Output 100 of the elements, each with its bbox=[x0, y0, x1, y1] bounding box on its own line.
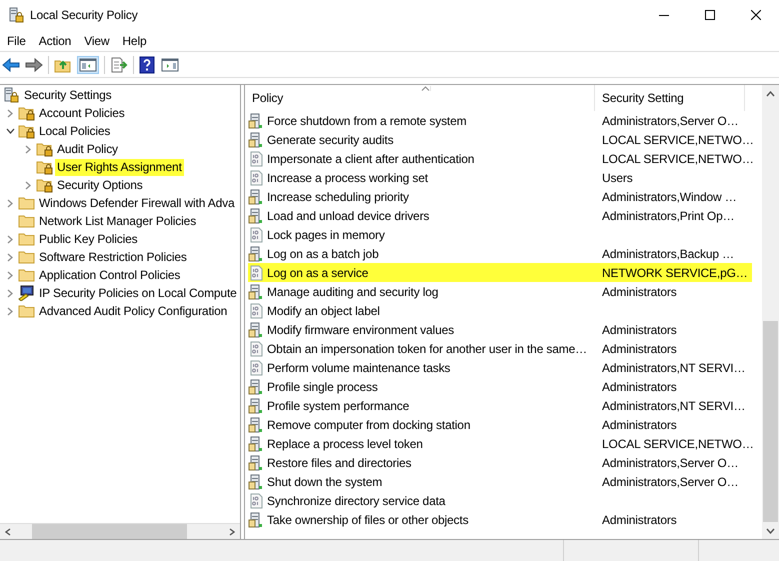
policy-icon bbox=[248, 416, 264, 432]
policy-name: Modify firmware environment values bbox=[267, 322, 454, 336]
security-setting: Administrators,NT SERVI… bbox=[601, 398, 746, 414]
menu-item[interactable]: View bbox=[79, 34, 114, 48]
folder-icon bbox=[18, 231, 36, 247]
scroll-left-icon[interactable] bbox=[5, 528, 11, 536]
tree-item[interactable]: Software Restriction Policies bbox=[37, 248, 189, 266]
tree-item[interactable]: Network List Manager Policies bbox=[37, 212, 198, 230]
menu-item[interactable]: Action bbox=[34, 34, 76, 48]
maximize-icon[interactable] bbox=[705, 10, 715, 20]
scroll-right-icon[interactable] bbox=[229, 528, 235, 536]
security-setting: Administrators bbox=[601, 284, 677, 300]
policy-name: Profile single process bbox=[267, 380, 378, 394]
policy-icon bbox=[248, 436, 264, 452]
tree-item[interactable]: Account Policies bbox=[37, 104, 127, 122]
locked-folder-icon bbox=[36, 141, 54, 157]
tree-item[interactable]: IP Security Policies on Local Compute bbox=[37, 284, 239, 302]
expand-chevron-icon[interactable] bbox=[7, 108, 13, 118]
expand-chevron-icon[interactable] bbox=[7, 288, 13, 298]
policy-name: Perform volume maintenance tasks bbox=[267, 360, 450, 374]
security-setting: LOCAL SERVICE,NETWO… bbox=[601, 150, 754, 166]
policy-name: Modify an object label bbox=[267, 304, 380, 318]
policy-icon bbox=[248, 112, 264, 128]
scroll-down-icon[interactable] bbox=[766, 528, 775, 534]
policy-name: Profile system performance bbox=[267, 398, 410, 412]
scrollbar-thumb[interactable] bbox=[763, 321, 778, 522]
policy-name: Generate security audits bbox=[267, 132, 394, 146]
policy-name: Impersonate a client after authentication bbox=[267, 152, 474, 166]
policy-icon bbox=[248, 208, 264, 224]
computer-key-icon bbox=[18, 285, 36, 301]
policy-name: Log on as a service bbox=[267, 266, 368, 280]
policy-icon bbox=[248, 284, 264, 300]
policy-name: Increase scheduling priority bbox=[267, 190, 409, 204]
security-setting: Administrators,Backup … bbox=[601, 246, 734, 262]
policy-icon bbox=[248, 512, 264, 528]
show-tree-icon[interactable] bbox=[78, 56, 98, 72]
vertical-scrollbar[interactable] bbox=[762, 85, 779, 539]
policy-name: Obtain an impersonation token for another user in the same… bbox=[267, 342, 588, 356]
security-setting: Administrators,Server O… bbox=[601, 474, 738, 490]
policy-name: Increase a process working set bbox=[267, 170, 428, 184]
policy-name: Force shutdown from a remote system bbox=[267, 114, 466, 128]
minimize-icon[interactable] bbox=[659, 14, 669, 16]
binary-document-icon bbox=[248, 226, 264, 242]
binary-document-icon bbox=[248, 340, 264, 356]
expand-chevron-icon[interactable] bbox=[7, 198, 13, 208]
tree-item[interactable]: Advanced Audit Policy Configuration bbox=[37, 302, 230, 320]
tree-item[interactable]: Public Key Policies bbox=[37, 230, 140, 248]
locked-folder-icon bbox=[36, 177, 54, 193]
policy-icon bbox=[248, 398, 264, 414]
security-setting: LOCAL SERVICE,NETWO… bbox=[601, 436, 754, 452]
security-setting: Administrators,NT SERVI… bbox=[601, 360, 746, 376]
security-setting: NETWORK SERVICE,pG… bbox=[601, 264, 748, 280]
policy-name: Synchronize directory service data bbox=[267, 494, 446, 508]
locked-folder-icon bbox=[18, 105, 36, 121]
menu-item[interactable]: Help bbox=[117, 34, 152, 48]
security-setting: Administrators bbox=[601, 378, 677, 394]
policy-name: Remove computer from docking station bbox=[267, 418, 470, 432]
horizontal-scrollbar[interactable] bbox=[0, 523, 240, 539]
policy-icon bbox=[248, 378, 264, 394]
tree-item[interactable]: Local Policies bbox=[37, 122, 112, 140]
folder-icon bbox=[18, 213, 36, 229]
folder-icon bbox=[18, 303, 36, 319]
policy-name: Load and unload device drivers bbox=[267, 208, 430, 222]
folder-icon bbox=[18, 249, 36, 265]
forward-arrow-icon[interactable] bbox=[25, 56, 43, 72]
expand-chevron-icon[interactable] bbox=[7, 306, 13, 316]
scroll-up-icon[interactable] bbox=[766, 90, 775, 96]
row-highlight[interactable]: Log on as a service NETWORK SERVICE,pG… bbox=[248, 263, 752, 282]
policy-icon bbox=[248, 188, 264, 204]
expand-chevron-icon[interactable] bbox=[7, 270, 13, 280]
expand-chevron-icon[interactable] bbox=[7, 252, 13, 262]
tree-item[interactable]: Audit Policy bbox=[55, 140, 120, 158]
tree-item[interactable]: Security Options bbox=[55, 176, 145, 194]
column-header[interactable]: Security Setting bbox=[595, 85, 745, 111]
folder-icon bbox=[18, 267, 36, 283]
scrollbar-thumb[interactable] bbox=[32, 524, 187, 539]
close-icon[interactable] bbox=[751, 10, 761, 20]
locked-folder-icon bbox=[36, 159, 54, 175]
expand-chevron-icon[interactable] bbox=[7, 234, 13, 244]
policy-icon bbox=[248, 322, 264, 338]
security-setting: LOCAL SERVICE,NETWO… bbox=[601, 132, 754, 148]
locked-folder-icon bbox=[18, 123, 36, 139]
export-list-icon[interactable] bbox=[110, 56, 128, 72]
tree-item[interactable]: Windows Defender Firewall with Adva bbox=[37, 194, 236, 212]
menu-item[interactable]: File bbox=[2, 34, 31, 48]
tree-item[interactable]: User Rights Assignment bbox=[55, 158, 184, 176]
back-arrow-icon[interactable] bbox=[2, 56, 20, 72]
tree-item[interactable]: Security Settings bbox=[22, 86, 114, 104]
column-header[interactable]: Policy bbox=[245, 85, 595, 111]
expand-chevron-icon[interactable] bbox=[25, 144, 31, 154]
tree-item[interactable]: Application Control Policies bbox=[37, 266, 182, 284]
sort-ascending-icon bbox=[421, 86, 430, 91]
help-icon[interactable] bbox=[139, 56, 155, 74]
security-setting: Administrators,Server O… bbox=[601, 112, 738, 128]
security-setting: Administrators,Server O… bbox=[601, 454, 738, 470]
action-pane-icon[interactable] bbox=[160, 56, 180, 72]
policy-icon bbox=[248, 474, 264, 490]
collapse-chevron-icon[interactable] bbox=[6, 128, 14, 134]
policy-name: Replace a process level token bbox=[267, 436, 423, 450]
expand-chevron-icon[interactable] bbox=[25, 180, 31, 190]
